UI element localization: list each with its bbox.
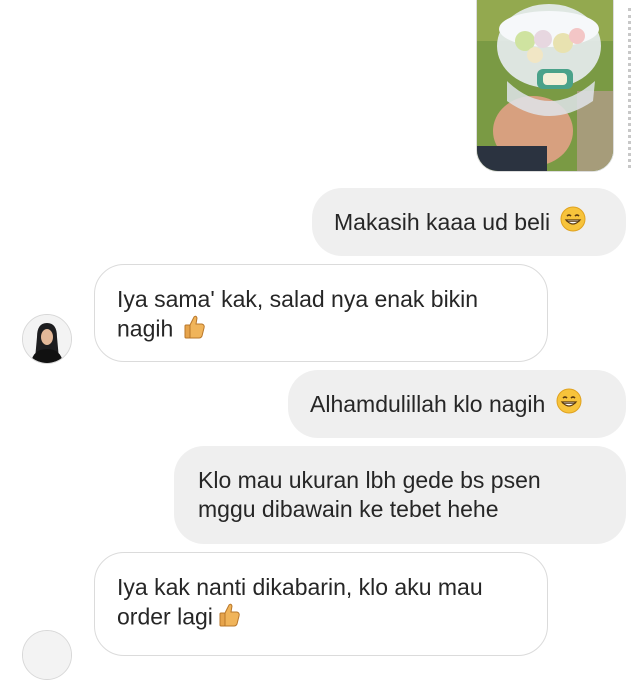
avatar[interactable] — [22, 314, 72, 364]
fruit-salad-photo — [477, 0, 613, 171]
thumbs-up-icon — [219, 602, 241, 635]
grinning-face-icon — [556, 386, 582, 426]
grinning-face-icon — [560, 204, 586, 244]
message-incoming-1[interactable]: Iya sama' kak, salad nya enak bikin nagi… — [94, 264, 548, 362]
user-avatar-icon — [23, 315, 71, 363]
avatar[interactable] — [22, 630, 72, 680]
message-text: Makasih kaaa ud beli — [334, 209, 551, 235]
message-text: Alhamdulillah klo nagih — [310, 391, 546, 417]
message-outgoing-1[interactable]: Makasih kaaa ud beli — [312, 188, 626, 256]
message-text-line-1: Klo mau ukuran lbh gede bs psen — [198, 467, 541, 493]
message-text-line-1: Iya kak nanti dikabarin, klo aku mau — [117, 574, 483, 600]
message-outgoing-3[interactable]: Klo mau ukuran lbh gede bs psen mggu dib… — [174, 446, 626, 544]
message-text-line-2: nagih — [117, 315, 174, 342]
thumbs-up-icon — [184, 314, 206, 347]
message-incoming-2[interactable]: Iya kak nanti dikabarin, klo aku mau ord… — [94, 552, 548, 656]
message-text-line-2: mggu dibawain ke tebet hehe — [198, 496, 499, 522]
message-outgoing-2[interactable]: Alhamdulillah klo nagih — [288, 370, 626, 438]
message-text-line-2: order lagi — [117, 603, 213, 630]
user-avatar-icon — [23, 631, 71, 679]
shared-photo-fruit-salad[interactable] — [476, 0, 614, 172]
message-text-line-1: Iya sama' kak, salad nya enak bikin — [117, 286, 479, 312]
scroll-indicator — [628, 8, 634, 168]
